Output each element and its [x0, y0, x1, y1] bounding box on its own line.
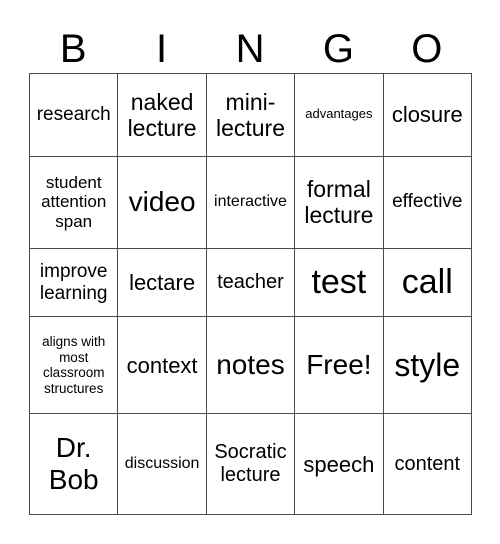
- header-letter-b: B: [59, 27, 87, 71]
- bingo-row: research naked lecture mini-lecture adva…: [28, 73, 473, 157]
- bingo-cell[interactable]: aligns with most classroom structures: [28, 316, 119, 415]
- bingo-cell[interactable]: closure: [382, 73, 473, 157]
- bingo-row: aligns with most classroom structures co…: [28, 316, 473, 415]
- bingo-cell[interactable]: video: [117, 155, 207, 249]
- bingo-cell[interactable]: discussion: [117, 413, 207, 515]
- header-letter-g: G: [322, 27, 354, 71]
- bingo-cell[interactable]: naked lecture: [117, 73, 207, 157]
- bingo-cell[interactable]: content: [382, 413, 473, 515]
- bingo-cell[interactable]: context: [117, 316, 207, 415]
- bingo-cell[interactable]: Dr. Bob: [28, 413, 119, 515]
- bingo-cell[interactable]: notes: [205, 316, 296, 415]
- header-letter-i: I: [156, 27, 168, 71]
- bingo-cell[interactable]: formal lecture: [294, 155, 384, 249]
- bingo-cell[interactable]: teacher: [205, 247, 296, 318]
- bingo-cell[interactable]: effective: [382, 155, 473, 249]
- bingo-card: research naked lecture mini-lecture adva…: [28, 73, 473, 515]
- bingo-row: Dr. Bob discussion Socratic lecture spee…: [28, 413, 473, 515]
- bingo-cell[interactable]: lectare: [117, 247, 207, 318]
- header-letter-o: O: [411, 27, 443, 71]
- bingo-cell[interactable]: mini-lecture: [205, 73, 296, 157]
- bingo-row: student attention span video interactive…: [28, 155, 473, 249]
- bingo-cell[interactable]: style: [382, 316, 473, 415]
- bingo-row: improve learning lectare teacher test ca…: [28, 247, 473, 318]
- bingo-cell[interactable]: research: [28, 73, 119, 157]
- bingo-cell[interactable]: improve learning: [28, 247, 119, 318]
- bingo-cell[interactable]: call: [382, 247, 473, 318]
- bingo-cell[interactable]: interactive: [205, 155, 296, 249]
- bingo-cell[interactable]: Socratic lecture: [205, 413, 296, 515]
- bingo-cell[interactable]: speech: [294, 413, 384, 515]
- bingo-cell[interactable]: student attention span: [28, 155, 119, 249]
- bingo-cell[interactable]: advantages: [294, 73, 384, 157]
- bingo-header: B I N G O: [29, 26, 471, 72]
- header-letter-n: N: [235, 27, 265, 71]
- bingo-cell[interactable]: test: [294, 247, 384, 318]
- bingo-cell[interactable]: Free!: [294, 316, 384, 415]
